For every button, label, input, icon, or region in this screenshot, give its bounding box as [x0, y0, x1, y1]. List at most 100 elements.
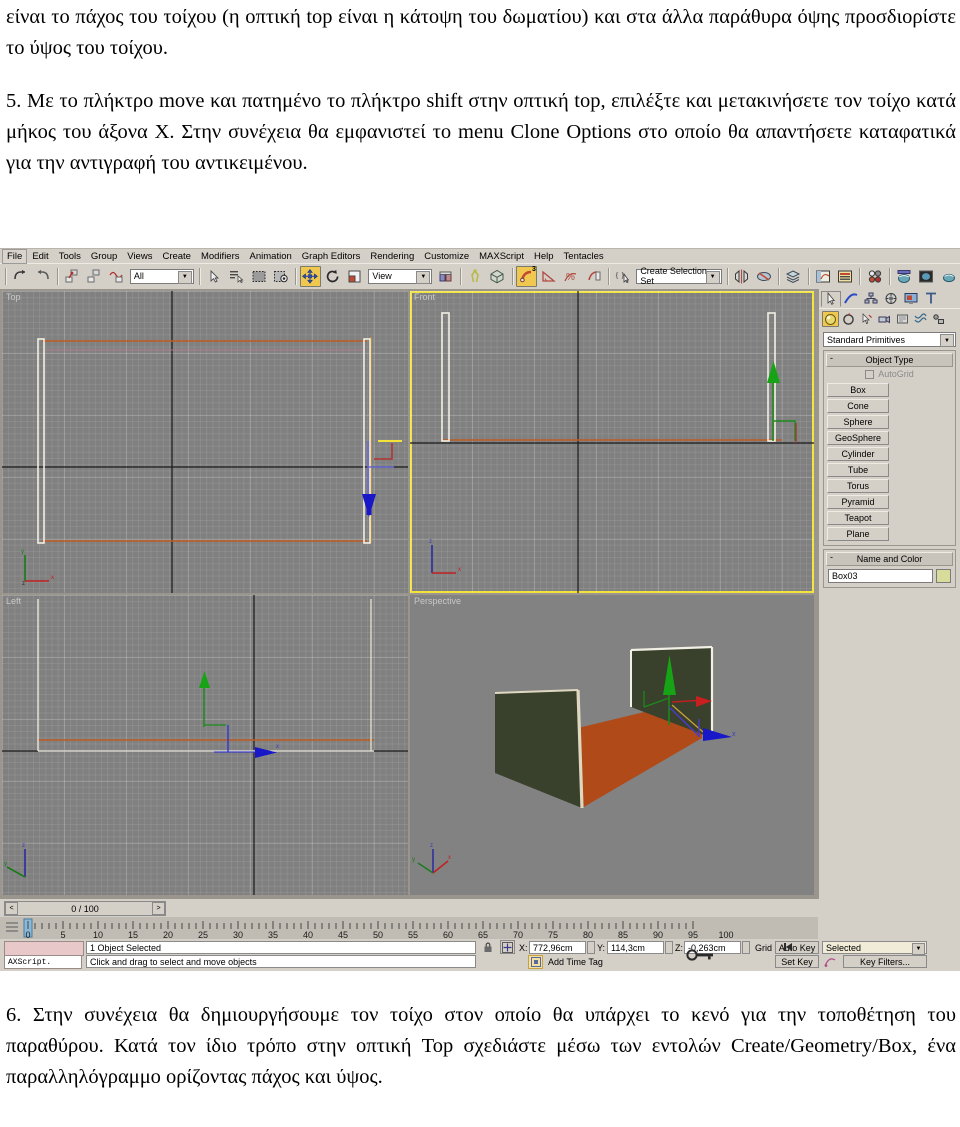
- lock-selection-icon[interactable]: [481, 941, 494, 954]
- name-and-color-header[interactable]: - Name and Color: [826, 552, 953, 566]
- coord-x-field[interactable]: 772,96cm: [529, 941, 586, 954]
- menu-item-file[interactable]: File: [2, 248, 28, 264]
- add-time-tag-label[interactable]: Add Time Tag: [548, 957, 603, 967]
- select-and-scale-icon[interactable]: [345, 266, 365, 287]
- coord-y-spinner[interactable]: [665, 941, 673, 954]
- autogrid-checkbox[interactable]: [865, 369, 875, 379]
- keyboard-shortcut-override-icon[interactable]: [487, 266, 507, 287]
- viewport-front[interactable]: z x Front: [410, 291, 814, 593]
- menu-item-animation[interactable]: Animation: [245, 250, 297, 263]
- viewport-perspective[interactable]: x z x y Perspective: [410, 595, 814, 895]
- cameras-icon[interactable]: [876, 311, 893, 327]
- hierarchy-tab[interactable]: [861, 291, 881, 307]
- next-frame-icon[interactable]: >: [152, 902, 165, 915]
- window-crossing-icon[interactable]: [271, 266, 291, 287]
- angle-snap-toggle-icon[interactable]: [539, 266, 559, 287]
- select-and-move-icon[interactable]: [300, 265, 321, 287]
- menu-item-group[interactable]: Group: [86, 250, 122, 263]
- selection-set-combo[interactable]: Create Selection Set ▼: [636, 266, 722, 286]
- viewport-left[interactable]: x z y Left: [2, 595, 408, 895]
- redo-icon[interactable]: [32, 266, 52, 287]
- menu-item-rendering[interactable]: Rendering: [365, 250, 419, 263]
- plane-button[interactable]: Plane: [827, 527, 889, 541]
- space-warps-icon[interactable]: [912, 311, 929, 327]
- schematic-view-icon[interactable]: [835, 266, 855, 287]
- menu-item-graph-editors[interactable]: Graph Editors: [297, 250, 366, 263]
- cone-button[interactable]: Cone: [827, 399, 889, 413]
- teapot-button[interactable]: Teapot: [827, 511, 889, 525]
- material-editor-icon[interactable]: [864, 266, 884, 287]
- menu-item-maxscript[interactable]: MAXScript: [474, 250, 529, 263]
- maxscript-label[interactable]: AXScript.: [4, 955, 82, 969]
- select-and-manipulate-icon[interactable]: [465, 266, 485, 287]
- menu-item-tools[interactable]: Tools: [54, 250, 86, 263]
- display-tab[interactable]: [901, 291, 921, 307]
- chevron-down-icon[interactable]: ▼: [940, 334, 954, 347]
- menu-item-help[interactable]: Help: [529, 250, 559, 263]
- object-type-header[interactable]: - Object Type: [826, 353, 953, 367]
- key-mode-toggle-icon[interactable]: [686, 945, 718, 965]
- named-selection-sets-icon[interactable]: { }: [613, 266, 633, 287]
- align-icon[interactable]: [754, 266, 774, 287]
- maxscript-mini-listener[interactable]: [4, 941, 84, 956]
- select-and-rotate-icon[interactable]: [323, 266, 343, 287]
- coord-x-spinner[interactable]: [587, 941, 595, 954]
- curve-editor-icon[interactable]: [813, 266, 833, 287]
- systems-icon[interactable]: [930, 311, 947, 327]
- menu-item-tentacles[interactable]: Tentacles: [559, 250, 609, 263]
- menu-item-customize[interactable]: Customize: [419, 250, 474, 263]
- percent-snap-toggle-icon[interactable]: %: [561, 266, 581, 287]
- select-by-name-icon[interactable]: [226, 266, 246, 287]
- coord-y-field[interactable]: 114,3cm: [607, 941, 664, 954]
- cylinder-button[interactable]: Cylinder: [827, 447, 889, 461]
- render-type-icon[interactable]: [916, 266, 936, 287]
- object-color-swatch[interactable]: [936, 569, 951, 583]
- prev-frame-icon[interactable]: <: [5, 902, 18, 915]
- menu-item-modifiers[interactable]: Modifiers: [196, 250, 245, 263]
- quick-render-icon[interactable]: [938, 266, 958, 287]
- shapes-icon[interactable]: [840, 311, 857, 327]
- torus-button[interactable]: Torus: [827, 479, 889, 493]
- box-button[interactable]: Box: [827, 383, 889, 397]
- mirror-icon[interactable]: [732, 266, 752, 287]
- rectangular-selection-region-icon[interactable]: [249, 266, 269, 287]
- menu-item-create[interactable]: Create: [157, 250, 196, 263]
- coord-z-spinner[interactable]: [742, 941, 750, 954]
- menu-item-views[interactable]: Views: [122, 250, 157, 263]
- reference-coordinate-combo[interactable]: View ▼: [368, 268, 433, 284]
- rollout-collapse-icon[interactable]: -: [830, 552, 833, 562]
- use-pivot-point-center-icon[interactable]: [435, 266, 455, 287]
- timeline-ruler[interactable]: 0 5 10 15 20 25 30 35 40 45 50 55 60 65 70 75 80 85 …: [0, 917, 818, 939]
- lights-icon[interactable]: [858, 311, 875, 327]
- motion-tab[interactable]: [881, 291, 901, 307]
- undo-icon[interactable]: [10, 266, 30, 287]
- geometry-icon[interactable]: [822, 311, 839, 327]
- menu-item-edit[interactable]: Edit: [27, 250, 53, 263]
- chevron-down-icon[interactable]: ▼: [177, 270, 192, 284]
- geosphere-button[interactable]: GeoSphere: [827, 431, 889, 445]
- utilities-tab[interactable]: [921, 291, 941, 307]
- viewport-top[interactable]: y x z Top: [2, 291, 408, 593]
- absolute-relative-transform-toggle[interactable]: [500, 940, 515, 954]
- select-and-link-icon[interactable]: [62, 266, 82, 287]
- modify-tab[interactable]: [841, 291, 861, 307]
- chevron-down-icon[interactable]: ▼: [705, 270, 720, 284]
- snaps-toggle-icon[interactable]: 3: [516, 265, 537, 287]
- add-time-tag-icon[interactable]: [528, 955, 543, 969]
- primitive-category-combo[interactable]: Standard Primitives ▼: [823, 332, 956, 347]
- render-scene-icon[interactable]: [894, 266, 914, 287]
- select-object-icon[interactable]: [204, 266, 224, 287]
- frame-indicator[interactable]: < 0 / 100 >: [4, 901, 166, 916]
- chevron-down-icon[interactable]: ▼: [416, 270, 431, 284]
- tube-button[interactable]: Tube: [827, 463, 889, 477]
- create-tab[interactable]: [821, 290, 841, 307]
- selection-filter-combo[interactable]: All ▼: [129, 268, 194, 284]
- object-name-input[interactable]: Box03: [828, 569, 933, 583]
- spinner-snap-toggle-icon[interactable]: [584, 266, 604, 287]
- autogrid-row[interactable]: AutoGrid: [826, 367, 953, 381]
- bind-to-space-warp-icon[interactable]: [106, 266, 126, 287]
- sphere-button[interactable]: Sphere: [827, 415, 889, 429]
- unlink-selection-icon[interactable]: [84, 266, 104, 287]
- rollout-collapse-icon[interactable]: -: [830, 353, 833, 363]
- helpers-icon[interactable]: [894, 311, 911, 327]
